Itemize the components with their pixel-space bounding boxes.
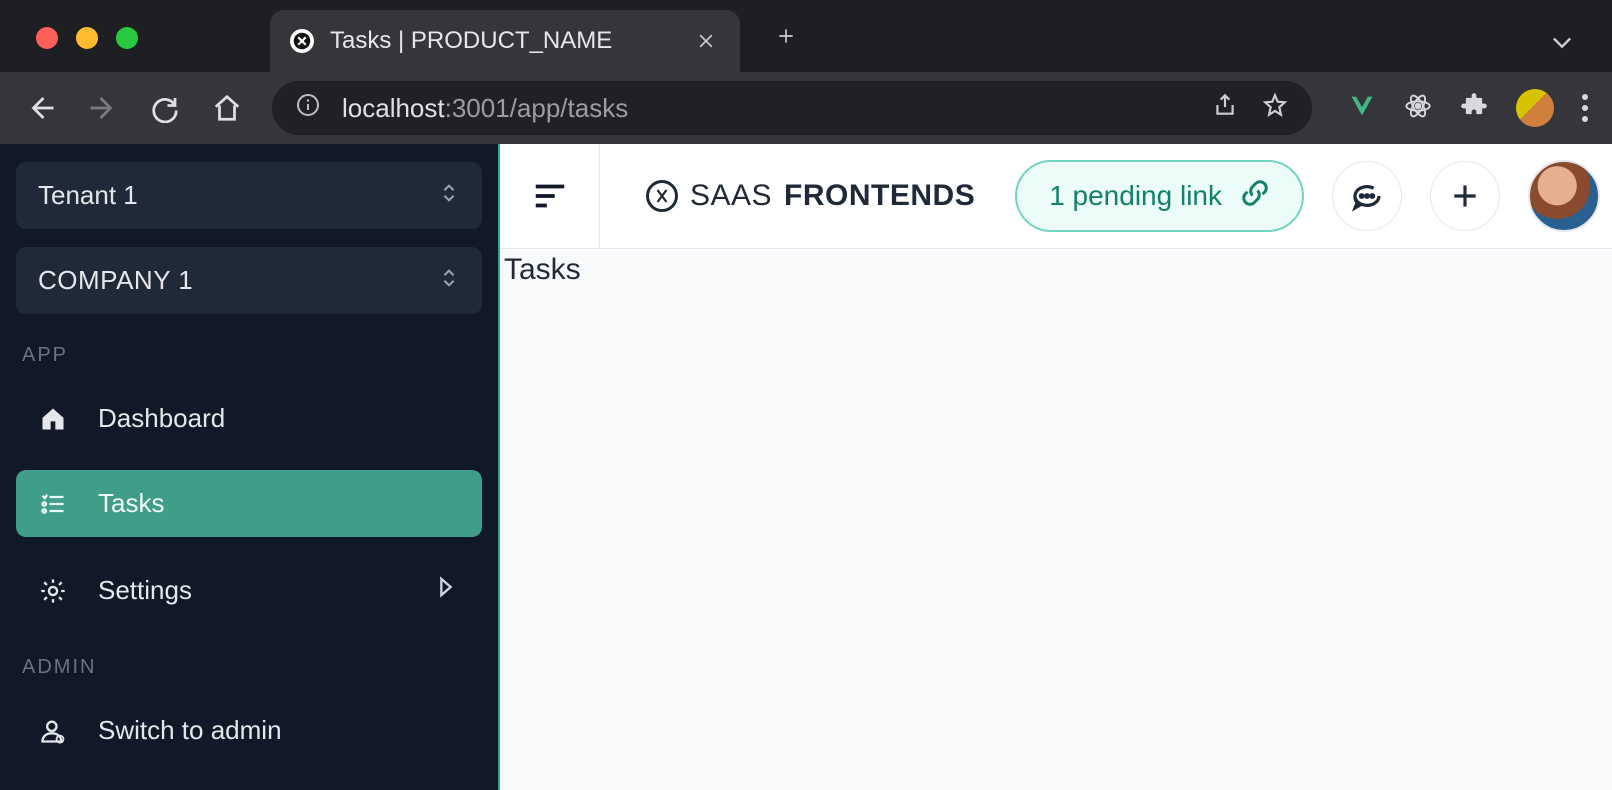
- pending-link-label: 1 pending link: [1049, 180, 1222, 212]
- brand-suffix: FRONTENDS: [784, 179, 975, 213]
- app-main: SAAS FRONTENDS 1 pending link Tasks: [500, 144, 1612, 790]
- sidebar-item-label: Tasks: [98, 488, 164, 519]
- chevron-right-icon: [432, 573, 460, 608]
- window-controls: [36, 27, 138, 49]
- browser-extensions: [1348, 89, 1588, 127]
- vue-devtools-icon[interactable]: [1348, 92, 1376, 125]
- tasks-list-icon: [38, 489, 68, 519]
- back-button[interactable]: [24, 91, 58, 125]
- sidebar-item-switch-admin[interactable]: Switch to admin: [16, 697, 482, 764]
- address-bar[interactable]: localhost:3001/app/tasks: [272, 81, 1312, 135]
- section-label-admin: ADMIN: [22, 656, 476, 679]
- maximize-window-button[interactable]: [116, 27, 138, 49]
- section-label-app: APP: [22, 344, 476, 367]
- chat-button[interactable]: [1332, 161, 1402, 231]
- url-text: localhost:3001/app/tasks: [342, 93, 628, 124]
- user-admin-icon: [38, 716, 68, 746]
- brand-prefix: SAAS: [690, 179, 772, 213]
- page-title: Tasks: [504, 253, 1608, 287]
- react-devtools-icon[interactable]: [1404, 92, 1432, 125]
- user-avatar[interactable]: [1528, 160, 1600, 232]
- extensions-icon[interactable]: [1460, 92, 1488, 125]
- sidebar-item-settings[interactable]: Settings: [16, 555, 482, 626]
- sidebar-item-label: Switch to admin: [98, 715, 282, 746]
- reload-button[interactable]: [148, 91, 182, 125]
- add-button[interactable]: [1430, 161, 1500, 231]
- url-port: :3001: [445, 93, 510, 123]
- share-icon[interactable]: [1212, 92, 1238, 125]
- browser-menu-button[interactable]: [1582, 94, 1588, 122]
- browser-tab[interactable]: Tasks | PRODUCT_NAME: [270, 10, 740, 72]
- sidebar-item-label: Dashboard: [98, 403, 225, 434]
- url-path: /app/tasks: [510, 93, 629, 123]
- tab-favicon-icon: [290, 29, 314, 53]
- url-host: localhost: [342, 93, 445, 123]
- new-tab-button[interactable]: [772, 22, 800, 50]
- site-info-icon[interactable]: [296, 93, 320, 124]
- company-name: COMPANY 1: [38, 265, 193, 296]
- forward-button[interactable]: [86, 91, 120, 125]
- app-topbar: SAAS FRONTENDS 1 pending link: [500, 144, 1612, 248]
- sidebar-item-dashboard[interactable]: Dashboard: [16, 385, 482, 452]
- sidebar-item-label: Settings: [98, 575, 192, 606]
- tabs-overflow-button[interactable]: [1548, 28, 1576, 61]
- chevron-updown-icon: [438, 265, 460, 296]
- bookmark-star-icon[interactable]: [1262, 92, 1288, 125]
- minimize-window-button[interactable]: [76, 27, 98, 49]
- home-icon: [38, 404, 68, 434]
- page-content: Tasks: [500, 248, 1612, 291]
- browser-tabbar: Tasks | PRODUCT_NAME: [0, 0, 1612, 72]
- close-window-button[interactable]: [36, 27, 58, 49]
- gear-icon: [38, 576, 68, 606]
- home-button[interactable]: [210, 91, 244, 125]
- pending-link-button[interactable]: 1 pending link: [1015, 160, 1304, 232]
- brand: SAAS FRONTENDS: [646, 179, 975, 213]
- sidebar-toggle-button[interactable]: [500, 144, 600, 248]
- profile-avatar-icon[interactable]: [1516, 89, 1554, 127]
- tenant-selector[interactable]: Tenant 1: [16, 162, 482, 229]
- tab-title: Tasks | PRODUCT_NAME: [330, 27, 676, 55]
- tab-close-icon[interactable]: [692, 27, 720, 55]
- app-sidebar: Tenant 1 COMPANY 1 APP Dashboard Tasks S…: [0, 144, 500, 790]
- sidebar-item-tasks[interactable]: Tasks: [16, 470, 482, 537]
- tenant-name: Tenant 1: [38, 180, 138, 211]
- chevron-updown-icon: [438, 180, 460, 211]
- link-icon: [1240, 178, 1270, 215]
- brand-logo-icon: [646, 180, 678, 212]
- company-selector[interactable]: COMPANY 1: [16, 247, 482, 314]
- browser-toolbar: localhost:3001/app/tasks: [0, 72, 1612, 144]
